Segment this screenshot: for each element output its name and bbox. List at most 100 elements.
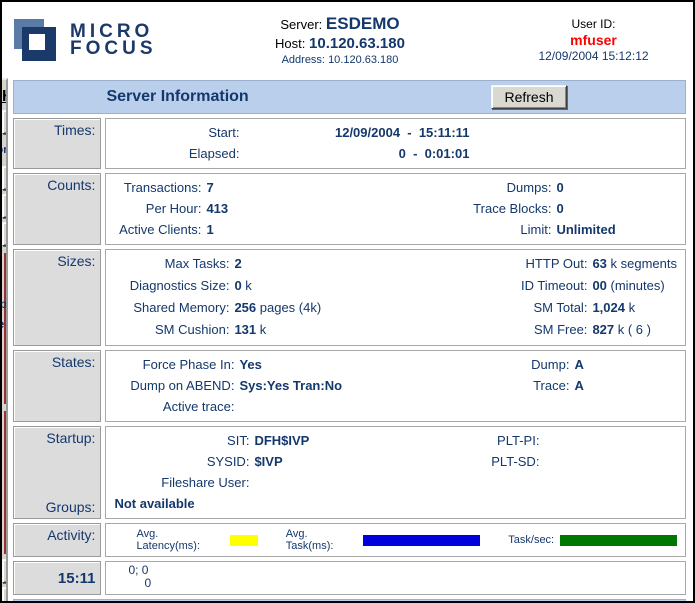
home-link[interactable]: Home	[2, 88, 6, 106]
page-title: Server Information	[106, 88, 248, 106]
sizes-section: Sizes: Max Tasks: 2 HTTP Out: 63 k segme…	[13, 249, 686, 346]
logo-line-2: FOCUS	[70, 40, 157, 57]
field-value: 413	[206, 198, 416, 219]
field-label: Active trace:	[114, 396, 239, 417]
states-section: States: Force Phase In: Yes Dump: A Dump…	[13, 350, 686, 422]
field-value: 0	[556, 198, 677, 219]
app-window: MICRO FOCUS Server: ESDEMO Host: 10.120.…	[0, 0, 695, 603]
address-value: 10.120.63.180	[328, 54, 398, 66]
field-value: 00 (minutes)	[592, 275, 677, 297]
logo-text: MICRO FOCUS	[70, 23, 157, 57]
startup-label: Startup:	[19, 430, 95, 446]
field-label: Limit:	[416, 219, 556, 240]
address-label: Address:	[282, 54, 325, 66]
field-value: A	[574, 354, 677, 375]
logo-front-square	[22, 27, 56, 61]
states-section-label: States:	[13, 350, 101, 422]
field-value: DFH$IVP	[254, 430, 432, 451]
field-label: Start:	[114, 122, 244, 143]
groups-value: Not available	[114, 493, 677, 514]
counts-row: Active Clients: 1 Limit: Unlimited	[114, 219, 677, 240]
field-value: $IVP	[254, 451, 432, 472]
sizes-section-label: Sizes:	[13, 249, 101, 346]
field-value: 2	[234, 253, 452, 275]
sizes-row: Diagnostics Size: 0 k ID Timeout: 00 (mi…	[114, 275, 677, 297]
field-value: A	[574, 375, 677, 396]
field-label: Dump on ABEND:	[114, 375, 239, 396]
user-id-label: User ID:	[508, 17, 679, 31]
times-elapsed-row: Elapsed: 0 - 0:01:01	[114, 143, 677, 164]
time-row-values-1: 0; 0	[128, 564, 677, 577]
time-row-values-2: 0	[144, 577, 677, 590]
times-section-label: Times:	[13, 118, 101, 169]
field-label: SM Total:	[452, 297, 592, 319]
field-label: SM Free:	[452, 319, 592, 341]
avg-task-label: Avg. Task(ms):	[286, 528, 358, 552]
refresh-button-top[interactable]: Refresh	[491, 85, 567, 109]
monitor-row: Monitor 1 15	[2, 139, 6, 161]
startup-row: SYSID: $IVP PLT-SD:	[114, 451, 677, 472]
field-value: 827 k ( 6 )	[592, 319, 677, 341]
field-label: HTTP Out:	[452, 253, 592, 275]
field-value: Yes	[239, 354, 454, 375]
sizes-row: Max Tasks: 2 HTTP Out: 63 k segments	[114, 253, 677, 275]
field-label: Trace:	[454, 375, 574, 396]
avg-task-bar	[363, 535, 480, 546]
field-label: Diagnostics Size:	[114, 275, 234, 297]
field-label: Transactions:	[114, 177, 206, 198]
counts-row: Transactions: 7 Dumps: 0	[114, 177, 677, 198]
field-value: 12/09/2004 - 15:11:11	[244, 122, 469, 143]
host-label: Host:	[275, 36, 305, 51]
field-label: PLT-SD:	[432, 451, 544, 472]
task-sec-label: Task/sec:	[508, 534, 554, 546]
field-value: 63 k segments	[592, 253, 677, 275]
field-label: Dumps:	[416, 177, 556, 198]
field-value: 7	[206, 177, 416, 198]
counts-row: Per Hour: 413 Trace Blocks: 0	[114, 198, 677, 219]
field-value: 0 k	[234, 275, 452, 297]
activity-section: Activity: Avg. Latency(ms): Avg. Task(ms…	[13, 523, 686, 557]
server-label: Server:	[280, 17, 322, 32]
field-label: Dump:	[454, 354, 574, 375]
server-info-header-bar: Server Information Refresh	[13, 80, 686, 114]
field-label: SM Cushion:	[114, 319, 234, 341]
states-row: Force Phase In: Yes Dump: A	[114, 354, 677, 375]
times-section: Times: Start: 12/09/2004 - 15:11:11 Elap…	[13, 118, 686, 169]
server-identity: Server: ESDEMO Host: 10.120.63.180 Addre…	[172, 14, 508, 66]
user-id-value: mfuser	[508, 32, 679, 48]
field-label: Fileshare User:	[114, 472, 254, 493]
field-value: 1,024 k	[592, 297, 677, 319]
field-value: 0	[556, 177, 677, 198]
radio-trace-label: Trace	[2, 317, 4, 331]
startup-section-label: Startup: Groups:	[13, 426, 101, 519]
field-value: Sys:Yes Tran:No	[239, 375, 454, 396]
field-label: Trace Blocks:	[416, 198, 556, 219]
field-label: SIT:	[114, 430, 254, 451]
states-row: Active trace:	[114, 396, 677, 417]
startup-row: Fileshare User:	[114, 472, 677, 493]
activity-section-label: Activity:	[13, 523, 101, 557]
latency-label: Avg. Latency(ms):	[136, 528, 224, 552]
counts-section: Counts: Transactions: 7 Dumps: 0 Per Hou…	[13, 173, 686, 245]
field-value: 256 pages (4k)	[234, 297, 452, 319]
field-label: Force Phase In:	[114, 354, 239, 375]
field-label: Shared Memory:	[114, 297, 234, 319]
radio-dump-label: Dump	[2, 297, 7, 311]
times-start-row: Start: 12/09/2004 - 15:11:11	[114, 122, 677, 143]
server-info-footer-bar: Server Information Refresh	[13, 599, 686, 603]
field-label: Max Tasks:	[114, 253, 234, 275]
field-value: Unlimited	[556, 219, 677, 240]
task-sec-bar	[560, 535, 677, 546]
datetime: 12/09/2004 15:12:12	[508, 49, 679, 63]
sizes-row: Shared Memory: 256 pages (4k) SM Total: …	[114, 297, 677, 319]
field-value: 1	[206, 219, 416, 240]
field-value: 131 k	[234, 319, 452, 341]
server-name: ESDEMO	[326, 14, 400, 33]
field-label: SYSID:	[114, 451, 254, 472]
field-label: PLT-PI:	[432, 430, 544, 451]
counts-section-label: Counts:	[13, 173, 101, 245]
time-row-label: 15:11	[13, 561, 101, 595]
states-row: Dump on ABEND: Sys:Yes Tran:No Trace: A	[114, 375, 677, 396]
field-value: 0 - 0:01:01	[244, 143, 469, 164]
startup-row: SIT: DFH$IVP PLT-PI:	[114, 430, 677, 451]
